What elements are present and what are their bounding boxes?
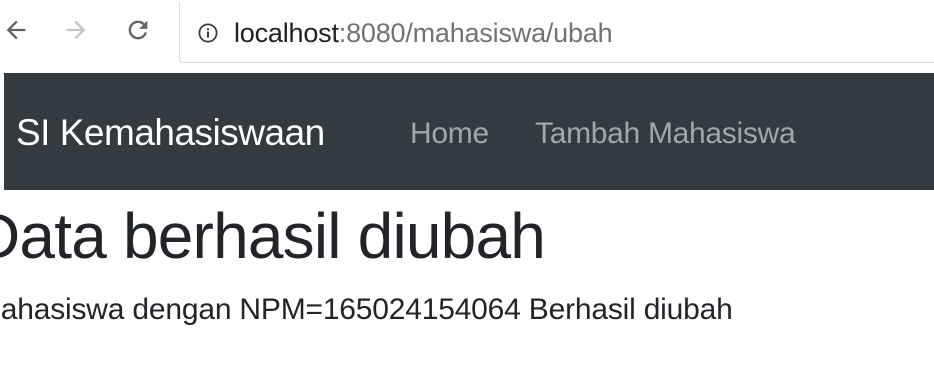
success-message: Mahasiswa dengan NPM=165024154064 Berhas… (0, 293, 733, 326)
reload-button[interactable] (122, 14, 154, 46)
info-icon[interactable] (198, 23, 218, 43)
back-button[interactable] (0, 14, 32, 46)
navbar-brand[interactable]: SI Kemahasiswaan (16, 111, 325, 155)
nav-link-tambah-mahasiswa[interactable]: Tambah Mahasiswa (535, 116, 796, 152)
address-bar[interactable]: localhost:8080/mahasiswa/ubah (179, 2, 934, 63)
forward-button[interactable] (60, 14, 92, 46)
url-text[interactable]: localhost:8080/mahasiswa/ubah (234, 17, 613, 49)
navbar: SI Kemahasiswaan Home Tambah Mahasiswa (4, 73, 934, 190)
reload-icon (128, 20, 148, 40)
browser-toolbar: localhost:8080/mahasiswa/ubah (0, 0, 934, 68)
page-title: Data berhasil diubah (0, 200, 546, 272)
url-host: localhost (234, 18, 339, 48)
main-content: Data berhasil diubah Mahasiswa dengan NP… (0, 190, 934, 368)
arrow-right-icon (66, 20, 86, 40)
url-path: :8080/mahasiswa/ubah (338, 18, 613, 48)
arrow-left-icon (6, 20, 26, 40)
nav-link-home[interactable]: Home (410, 116, 489, 152)
